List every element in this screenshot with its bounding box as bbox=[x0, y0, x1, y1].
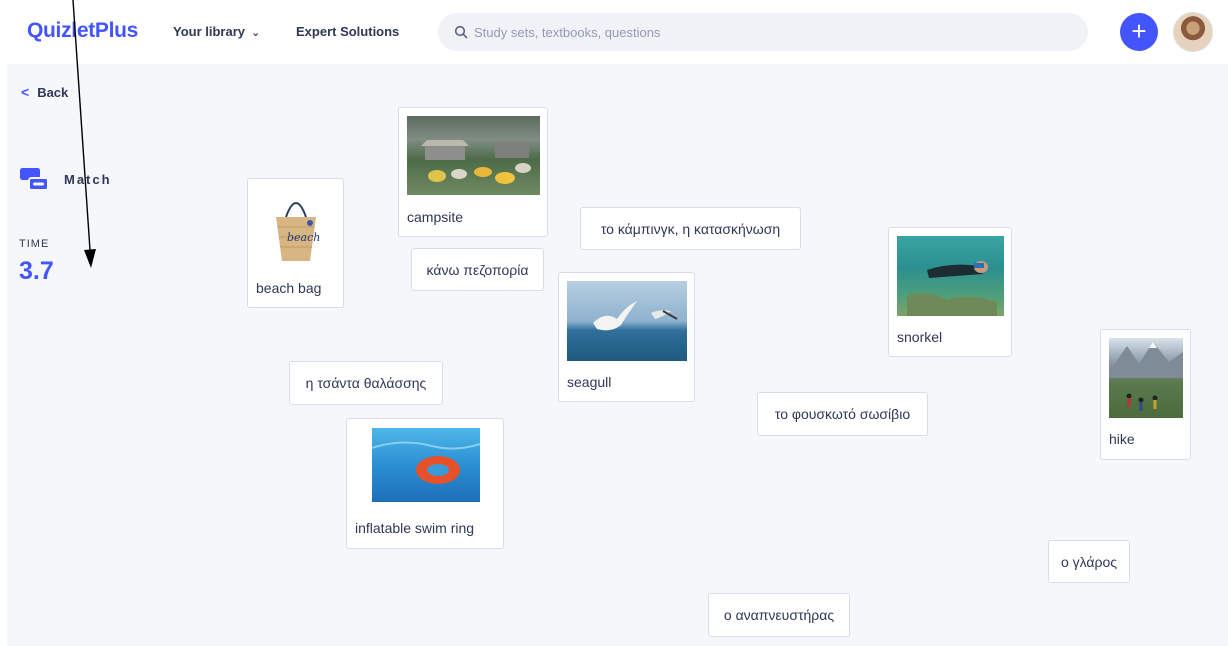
match-card-hike[interactable]: hike bbox=[1100, 329, 1191, 460]
match-icon bbox=[20, 168, 49, 191]
match-card-swim-ring[interactable]: inflatable swim ring bbox=[346, 418, 504, 549]
card-label: beach bag bbox=[256, 280, 322, 296]
match-card-gull-greek[interactable]: ο γλάρος bbox=[1048, 540, 1130, 583]
chevron-left-icon: < bbox=[21, 84, 30, 100]
mode-label: Match bbox=[64, 172, 112, 187]
card-label: το κάμπινγκ, η κατασκήνωση bbox=[600, 220, 781, 237]
card-label: ο γλάρος bbox=[1060, 553, 1118, 570]
snorkel-image bbox=[897, 236, 1004, 316]
match-card-seagull[interactable]: seagull bbox=[558, 272, 695, 402]
seagull-image bbox=[567, 281, 687, 361]
match-card-bag-greek[interactable]: η τσάντα θαλάσσης bbox=[289, 361, 443, 405]
campsite-image bbox=[407, 116, 540, 195]
hike-image bbox=[1109, 338, 1183, 418]
beach-bag-image: beach bbox=[258, 187, 334, 267]
avatar[interactable] bbox=[1173, 12, 1213, 52]
swim-ring-image bbox=[372, 428, 480, 502]
match-card-beach-bag[interactable]: beach beach bag bbox=[247, 178, 344, 308]
match-card-snorkel-greek[interactable]: ο αναπνευστήρας bbox=[708, 593, 850, 637]
time-value: 3.7 bbox=[19, 257, 54, 285]
card-label: snorkel bbox=[897, 329, 943, 345]
card-label: campsite bbox=[407, 209, 464, 225]
back-button[interactable]: < Back bbox=[21, 84, 68, 100]
plus-icon: + bbox=[1131, 16, 1147, 46]
back-label: Back bbox=[37, 85, 69, 100]
card-label: hike bbox=[1109, 431, 1135, 447]
svg-text:beach: beach bbox=[287, 231, 320, 244]
create-button[interactable]: + bbox=[1120, 13, 1158, 51]
card-label: το φουσκωτό σωσίβιο bbox=[774, 406, 911, 422]
your-library-label: Your library bbox=[173, 24, 246, 39]
your-library-menu[interactable]: Your library ⌄ bbox=[173, 24, 260, 39]
quizlet-logo[interactable]: QuizletPlus bbox=[27, 19, 138, 43]
chevron-down-icon: ⌄ bbox=[251, 27, 261, 39]
sidebar: < Back Match TIME 3.7 bbox=[7, 64, 195, 646]
card-label: inflatable swim ring bbox=[355, 520, 475, 536]
search-icon bbox=[454, 25, 468, 39]
match-card-hike-greek[interactable]: κάνω πεζοπορία bbox=[411, 248, 544, 291]
search-input[interactable] bbox=[474, 13, 1074, 51]
card-label: ο αναπνευστήρας bbox=[723, 607, 835, 623]
match-card-ring-greek[interactable]: το φουσκωτό σωσίβιο bbox=[757, 392, 928, 436]
expert-solutions-link[interactable]: Expert Solutions bbox=[296, 24, 399, 39]
card-label: κάνω πεζοπορία bbox=[426, 261, 529, 278]
match-card-camping-greek[interactable]: το κάμπινγκ, η κατασκήνωση bbox=[580, 207, 801, 250]
card-label: seagull bbox=[567, 374, 612, 390]
match-card-snorkel[interactable]: snorkel bbox=[888, 227, 1012, 357]
card-label: η τσάντα θαλάσσης bbox=[305, 375, 427, 391]
search-bar[interactable] bbox=[438, 13, 1088, 51]
match-card-campsite[interactable]: campsite bbox=[398, 107, 548, 237]
top-bar: QuizletPlus Your library ⌄ Expert Solutio… bbox=[0, 0, 1228, 64]
time-label: TIME bbox=[19, 238, 50, 250]
